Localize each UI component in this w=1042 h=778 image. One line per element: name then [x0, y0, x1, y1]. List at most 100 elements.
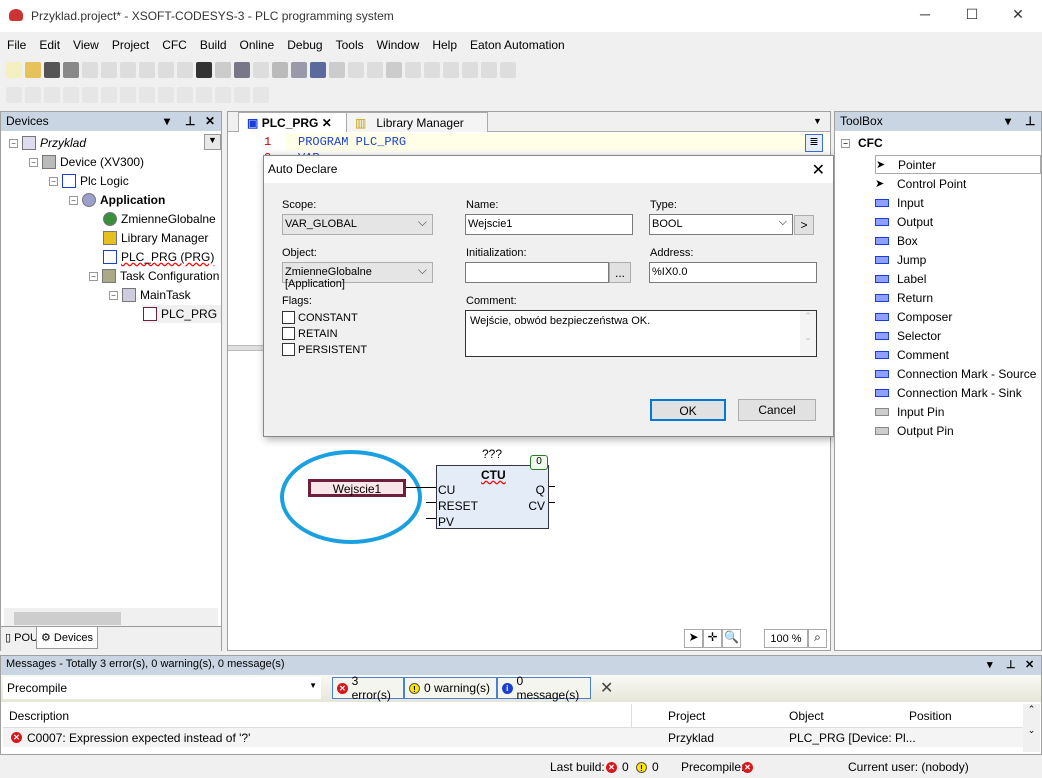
export-icon[interactable]	[272, 62, 288, 78]
tree-item-task-configuration[interactable]: − Task Configuration	[89, 267, 219, 285]
clear-messages-icon[interactable]: ✕	[600, 678, 613, 698]
save-icon[interactable]	[44, 62, 60, 78]
breakpoint-icon[interactable]	[462, 62, 478, 78]
tab-library-manager[interactable]: ▥ Library Manager	[346, 112, 488, 132]
toolbox-item-return[interactable]: Return	[875, 288, 1041, 307]
initialization-input[interactable]	[465, 262, 609, 283]
replace-icon[interactable]	[215, 62, 231, 78]
menu-window[interactable]: Window	[370, 34, 426, 52]
close-button[interactable]: ✕	[1008, 6, 1028, 26]
toolbox-item-connection-mark-source[interactable]: Connection Mark - Source	[875, 364, 1041, 383]
toolbox-item-input[interactable]: Input	[875, 193, 1041, 212]
reset-coil-icon[interactable]	[120, 87, 136, 103]
tree-item-plc-prg[interactable]: PLC_PRG (PRG)	[103, 248, 214, 266]
open-folder-icon[interactable]	[25, 62, 41, 78]
dropdown-icon[interactable]: ▾	[1005, 114, 1011, 128]
pin-reset[interactable]: RESET	[438, 499, 478, 513]
tab-devices[interactable]: ⚙ Devices	[36, 627, 99, 649]
list-view-icon[interactable]: ≣	[805, 134, 823, 152]
toolbox-item-input-pin[interactable]: Input Pin	[875, 402, 1041, 421]
pin-q[interactable]: Q	[536, 483, 545, 497]
menu-online[interactable]: Online	[233, 34, 281, 52]
menu-cfc[interactable]: CFC	[155, 34, 193, 52]
menu-file[interactable]: File	[0, 34, 32, 52]
cfc-input-element[interactable]: Wejscie1	[308, 479, 406, 497]
tree-item-library-manager[interactable]: Library Manager	[103, 229, 208, 247]
messages-filter-button[interactable]: i0 message(s)	[497, 674, 591, 702]
find-icon[interactable]	[196, 62, 212, 78]
build-icon[interactable]	[291, 62, 307, 78]
maximize-button[interactable]: ☐	[962, 6, 982, 26]
menu-debug[interactable]: Debug	[280, 34, 328, 52]
address-input[interactable]: %IX0.0	[649, 262, 817, 283]
tab-list-icon[interactable]: ▼	[813, 116, 822, 126]
toolbox-item-composer[interactable]: Composer	[875, 307, 1041, 326]
run-to-cursor-icon[interactable]	[481, 62, 497, 78]
toolbox-category-cfc[interactable]: − CFC	[841, 136, 883, 150]
zoom-level[interactable]: 100 %	[764, 629, 808, 648]
devices-dropdown-button[interactable]: ▼	[204, 134, 221, 150]
parallel-icon[interactable]	[25, 87, 41, 103]
toolbox-item-jump[interactable]: Jump	[875, 250, 1041, 269]
dropdown-icon[interactable]: ▾	[164, 114, 170, 128]
toolbox-item-output-pin[interactable]: Output Pin	[875, 421, 1041, 440]
step-icon[interactable]	[405, 62, 421, 78]
block-instance-name[interactable]: ???	[482, 447, 502, 461]
tree-item-maintask[interactable]: − MainTask	[109, 286, 191, 304]
dropdown-icon[interactable]: ▾	[987, 658, 993, 671]
ok-button[interactable]: OK	[650, 399, 726, 421]
pan-tool-icon[interactable]: ✛	[703, 629, 722, 648]
add-pin-icon[interactable]	[158, 87, 174, 103]
comment-textarea[interactable]: Wejście, obwód bezpieczeństwa OK. ⌃ ⌄	[465, 310, 817, 357]
persistent-checkbox[interactable]: PERSISTENT	[282, 343, 367, 356]
logout-icon[interactable]	[329, 62, 345, 78]
tree-item-plc-prg-call[interactable]: PLC_PRG	[143, 305, 221, 323]
order-back-icon[interactable]	[215, 87, 231, 103]
cancel-button[interactable]: Cancel	[738, 399, 816, 421]
menu-project[interactable]: Project	[105, 34, 155, 52]
name-input[interactable]: Wejscie1	[465, 214, 633, 235]
errors-filter-button[interactable]: ✕ 3 error(s)	[332, 674, 404, 702]
warnings-filter-button[interactable]: ! 0 warning(s)	[404, 677, 497, 699]
set-icon[interactable]	[101, 87, 117, 103]
zoom-fit-icon[interactable]: ⌕	[808, 629, 827, 648]
pin-cu[interactable]: CU	[438, 483, 455, 497]
negate-icon[interactable]	[82, 87, 98, 103]
toolbox-item-comment[interactable]: Comment	[875, 345, 1041, 364]
comment-scrollbar[interactable]: ⌃ ⌄	[800, 311, 816, 356]
type-select[interactable]: BOOL ⌵	[649, 214, 793, 235]
undo-icon[interactable]	[82, 62, 98, 78]
copy-icon[interactable]	[139, 62, 155, 78]
scope-select[interactable]: VAR_GLOBAL	[282, 214, 433, 235]
object-select[interactable]: ZmienneGlobalne [Application]	[282, 262, 433, 290]
tab-plc-prg[interactable]: ▣ PLC_PRG ✕	[238, 112, 356, 132]
delete-icon[interactable]	[177, 62, 193, 78]
column-description[interactable]: Description	[9, 709, 69, 723]
code-line[interactable]: PROGRAM PLC_PRG	[298, 135, 406, 149]
insert-icon[interactable]	[253, 62, 269, 78]
tree-item-plc-logic[interactable]: − Plc Logic	[49, 172, 129, 190]
type-browse-button[interactable]: >	[794, 215, 814, 235]
menu-build[interactable]: Build	[193, 34, 233, 52]
new-file-icon[interactable]	[6, 62, 22, 78]
table-row[interactable]: ✕ C0007: Expression expected instead of …	[3, 728, 1023, 747]
pin-pv[interactable]: PV	[438, 515, 454, 529]
ref-icon[interactable]	[139, 87, 155, 103]
ctu-block[interactable]: CTU CU RESET PV Q CV	[436, 465, 549, 529]
enable-icon[interactable]	[63, 87, 79, 103]
toolbox-item-selector[interactable]: Selector	[875, 326, 1041, 345]
column-position[interactable]: Position	[909, 709, 952, 723]
toolbox-item-output[interactable]: Output	[875, 212, 1041, 231]
pin-icon[interactable]: ⊥	[1025, 114, 1035, 128]
cut-icon[interactable]	[120, 62, 136, 78]
pin-icon[interactable]: ⊥	[1006, 658, 1016, 671]
step-over-icon[interactable]	[424, 62, 440, 78]
menu-view[interactable]: View	[66, 34, 105, 52]
tree-item-zmienneglobalne[interactable]: ZmienneGlobalne	[103, 210, 216, 228]
horizontal-scrollbar[interactable]	[4, 608, 218, 626]
menu-edit[interactable]: Edit	[32, 34, 66, 52]
toolbox-item-pointer[interactable]: ➤ Pointer	[875, 155, 1041, 174]
redo-icon[interactable]	[101, 62, 117, 78]
coil-icon[interactable]	[44, 87, 60, 103]
start-icon[interactable]	[348, 62, 364, 78]
